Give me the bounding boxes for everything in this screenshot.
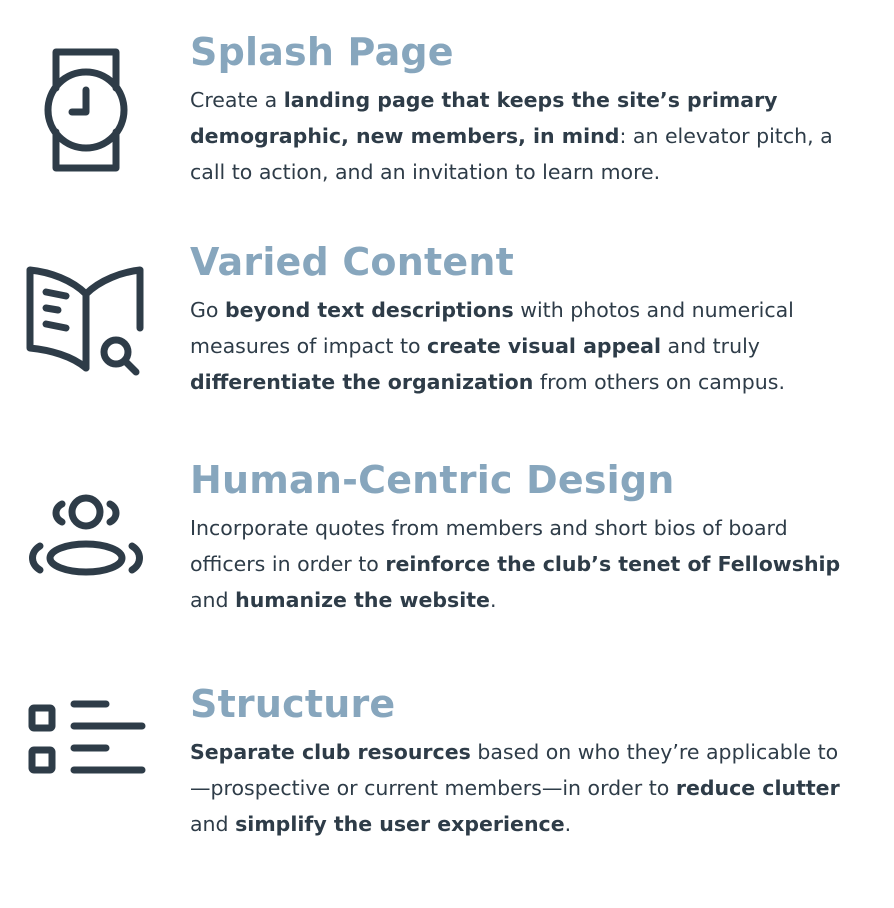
emphasis-text: beyond text descriptions <box>224 298 514 322</box>
feature-title: Varied Content <box>190 240 514 284</box>
feature-text: Splash Page Create a landing page that k… <box>190 28 850 190</box>
feature-description: Separate club resources based on who the… <box>190 740 840 836</box>
feature-description: Go beyond text descriptions with photos … <box>190 298 794 394</box>
feature-title: Splash Page <box>190 30 454 74</box>
feature-title: Structure <box>190 682 396 726</box>
list-icon <box>24 694 148 818</box>
emphasis-text: humanize the website <box>235 588 490 612</box>
book-search-icon <box>24 258 148 382</box>
emphasis-text: reduce clutter <box>675 776 840 800</box>
emphasis-text: landing page that keeps the site’s prima… <box>190 88 778 148</box>
emphasis-text: reinforce the club’s tenet of Fellowship <box>385 552 841 576</box>
watch-icon <box>24 48 148 172</box>
emphasis-text: Separate club resources <box>190 740 471 764</box>
emphasis-text: differentiate the organization <box>190 370 534 394</box>
feature-title: Human-Centric Design <box>190 458 675 502</box>
emphasis-text: simplify the user experience <box>235 812 565 836</box>
feature-text: Human-Centric Design Incorporate quotes … <box>190 456 850 618</box>
feature-text: Structure Separate club resources based … <box>190 680 850 842</box>
feature-description: Create a landing page that keeps the sit… <box>190 88 833 184</box>
feature-text: Varied Content Go beyond text descriptio… <box>190 238 850 400</box>
user-circle-icon <box>24 482 148 606</box>
feature-description: Incorporate quotes from members and shor… <box>190 516 841 612</box>
emphasis-text: create visual appeal <box>427 334 662 358</box>
